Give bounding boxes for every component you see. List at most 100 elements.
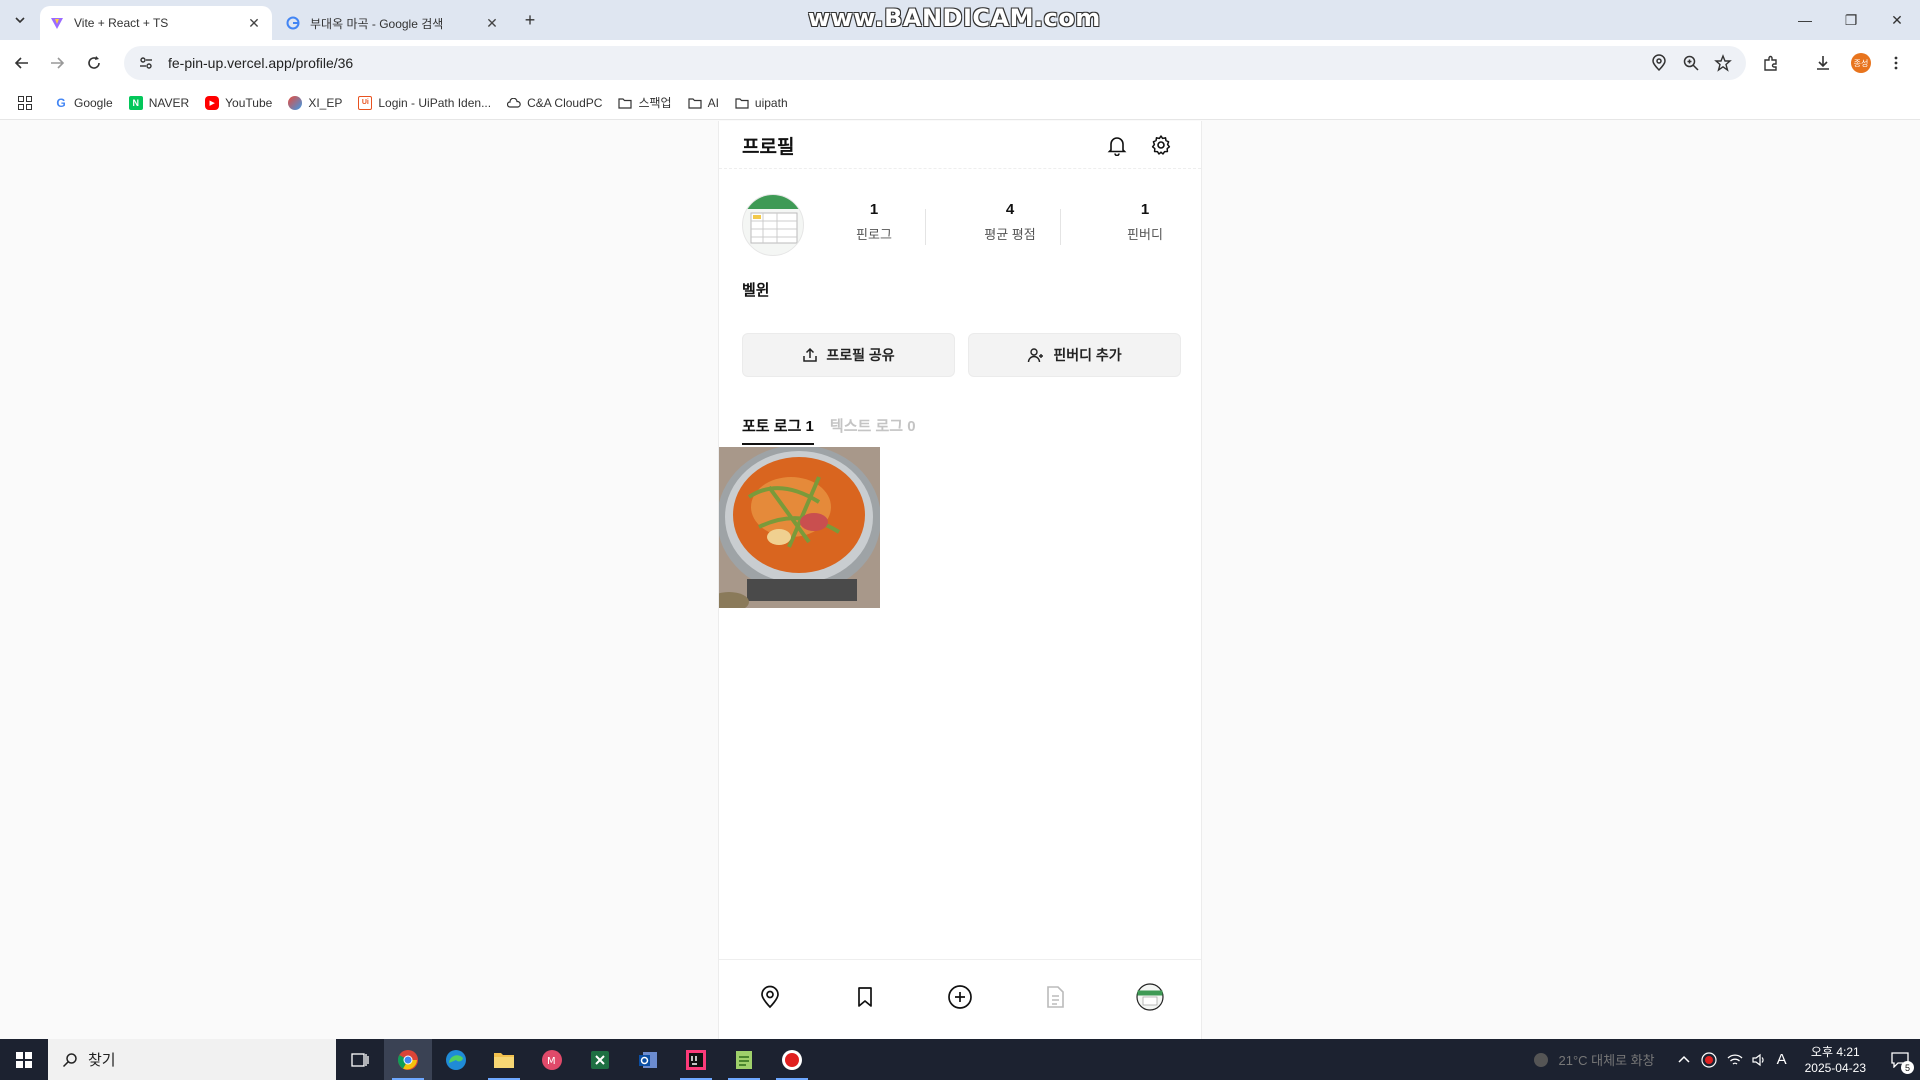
taskbar-bandicam[interactable]	[768, 1039, 816, 1080]
tab-search-dropdown[interactable]	[8, 8, 32, 32]
start-button[interactable]	[0, 1039, 48, 1080]
uipath-icon: Ui	[358, 95, 373, 110]
browser-menu-button[interactable]	[1888, 51, 1904, 75]
google-icon: G	[56, 95, 66, 110]
site-info-icon[interactable]	[130, 55, 162, 71]
ime-indicator[interactable]: A	[1777, 1051, 1787, 1068]
folder-icon	[735, 96, 749, 110]
tab-label: 포토 로그	[742, 418, 802, 435]
bookmark-youtube[interactable]: ▶ YouTube	[205, 95, 272, 110]
system-tray: 21°C 대체로 화창 A 오후 4:21 2025-04-23 5	[1531, 1039, 1920, 1080]
bookmark-folder-ai[interactable]: AI	[687, 95, 719, 110]
apps-button[interactable]	[18, 95, 32, 110]
taskbar-excel[interactable]	[576, 1039, 624, 1080]
bookmark-star-icon[interactable]	[1714, 54, 1732, 72]
nav-my-profile[interactable]	[1135, 982, 1165, 1012]
omnibox-actions	[1650, 54, 1732, 72]
bookmark-label: NAVER	[148, 95, 190, 110]
extensions-button[interactable]	[1762, 51, 1780, 75]
reload-icon	[88, 56, 100, 69]
forward-button[interactable]	[45, 51, 69, 75]
wifi-icon[interactable]	[1727, 1052, 1743, 1068]
stat-pinbuddy[interactable]: 1 핀버디	[1095, 201, 1195, 243]
taskbar-chrome[interactable]	[384, 1039, 432, 1080]
taskbar-intellij[interactable]	[672, 1039, 720, 1080]
tab-title: 부대옥 마곡 - Google 검색	[310, 16, 444, 31]
puzzle-icon	[1764, 55, 1777, 71]
bookmark-folder-uipath[interactable]: uipath	[735, 96, 788, 110]
share-profile-button[interactable]: 프로필 공유	[742, 333, 955, 377]
divider	[1060, 209, 1061, 245]
bookmark-naver[interactable]: N NAVER	[128, 95, 190, 110]
volume-icon[interactable]	[1751, 1052, 1767, 1068]
stat-value: 4	[1005, 201, 1015, 218]
bookmark-folder-specup[interactable]: 스팩업	[618, 94, 672, 111]
taskbar-messenger[interactable]: M	[528, 1039, 576, 1080]
taskbar-file-explorer[interactable]	[480, 1039, 528, 1080]
notification-center-button[interactable]: 5	[1880, 1039, 1920, 1080]
bookmark-google[interactable]: G Google	[54, 95, 112, 110]
new-tab-button[interactable]: +	[518, 8, 542, 32]
chevron-up-icon[interactable]	[1677, 1053, 1691, 1067]
taskbar-outlook[interactable]	[624, 1039, 672, 1080]
taskbar-clock[interactable]: 오후 4:21 2025-04-23	[1805, 1044, 1866, 1076]
messenger-icon: M	[542, 1049, 562, 1070]
back-button[interactable]	[10, 51, 34, 75]
add-pinbuddy-button[interactable]: 핀버디 추가	[968, 333, 1181, 377]
profile-thumbnail-icon	[1136, 983, 1164, 1011]
url-text[interactable]: fe-pin-up.vercel.app/profile/36	[168, 55, 1650, 71]
page-title: 프로필	[742, 137, 795, 158]
reload-button[interactable]	[82, 51, 106, 75]
nav-create[interactable]	[945, 982, 975, 1012]
bookmark-label: AI	[707, 95, 719, 110]
tab-text-log[interactable]: 텍스트 로그 0	[830, 415, 916, 445]
vite-icon	[51, 18, 63, 29]
bookmark-label: uipath	[754, 95, 788, 110]
address-bar[interactable]: fe-pin-up.vercel.app/profile/36	[124, 46, 1746, 80]
bookmark-label: Login - UiPath Iden...	[378, 95, 492, 110]
svg-text:M: M	[547, 1056, 556, 1067]
photo-log-thumbnail[interactable]	[719, 447, 880, 608]
taskbar-edge[interactable]	[432, 1039, 480, 1080]
close-window-button[interactable]: ✕	[1874, 0, 1920, 40]
close-tab-icon[interactable]: ✕	[484, 15, 500, 31]
tab-label: 텍스트 로그	[829, 418, 904, 435]
restore-button[interactable]: ❐	[1828, 0, 1874, 40]
task-view-button[interactable]	[336, 1039, 384, 1080]
window-controls: — ❐ ✕	[1782, 0, 1920, 40]
record-indicator-icon[interactable]	[1700, 1051, 1717, 1068]
downloads-button[interactable]	[1814, 51, 1832, 75]
minimize-button[interactable]: —	[1782, 0, 1828, 40]
zoom-icon[interactable]	[1682, 54, 1700, 72]
profile-button[interactable]: 종성	[1851, 51, 1871, 75]
tab-photo-log[interactable]: 포토 로그 1	[742, 415, 814, 445]
chrome-icon	[397, 1049, 418, 1070]
stat-label: 핀로그	[856, 227, 892, 242]
notification-button[interactable]	[1104, 132, 1130, 158]
nav-map[interactable]	[755, 982, 785, 1012]
close-tab-icon[interactable]: ✕	[246, 15, 262, 31]
location-pin-icon[interactable]	[1650, 54, 1668, 72]
weather-sun-icon	[1533, 1052, 1548, 1067]
nav-documents[interactable]	[1040, 982, 1070, 1012]
youtube-icon: ▶	[205, 95, 220, 110]
windows-logo-icon	[16, 1051, 32, 1068]
stat-average-rating: 4 평균 평점	[960, 201, 1060, 243]
settings-button[interactable]	[1148, 132, 1174, 158]
taskbar-notepad[interactable]	[720, 1039, 768, 1080]
stat-value: 1	[869, 201, 879, 218]
stat-pinlog[interactable]: 1 핀로그	[824, 201, 924, 243]
browser-tab-bar: Vite + React + TS ✕ 부대옥 마곡 - Google 검색 ✕…	[0, 0, 1920, 40]
bookmark-cloudpc[interactable]: C&A CloudPC	[507, 96, 602, 110]
bookmark-xi-ep[interactable]: XI_EP	[288, 95, 342, 110]
profile-avatar: 종성	[1851, 53, 1871, 73]
button-label: 프로필 공유	[826, 347, 895, 363]
tab-vite-react[interactable]: Vite + React + TS ✕	[40, 6, 272, 40]
bookmark-uipath[interactable]: Ui Login - UiPath Iden...	[358, 95, 492, 110]
record-icon	[782, 1049, 802, 1070]
tab-google-search[interactable]: 부대옥 마곡 - Google 검색 ✕	[276, 6, 510, 40]
taskbar-search[interactable]: 찾기	[48, 1039, 336, 1080]
profile-avatar[interactable]	[742, 194, 804, 256]
weather-widget[interactable]: 21°C 대체로 화창	[1531, 1050, 1655, 1070]
nav-bookmarks[interactable]	[850, 982, 880, 1012]
